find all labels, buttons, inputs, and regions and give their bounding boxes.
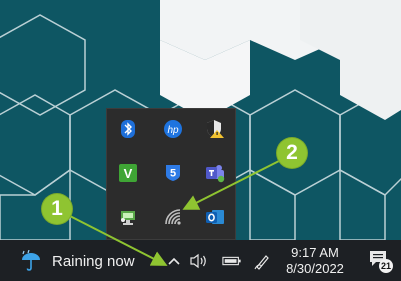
callout-2: 2 xyxy=(277,138,307,168)
callout-1: 1 xyxy=(42,194,72,224)
arrow-2 xyxy=(182,159,282,210)
arrow-1 xyxy=(65,213,168,266)
annotation-arrows xyxy=(65,159,282,266)
